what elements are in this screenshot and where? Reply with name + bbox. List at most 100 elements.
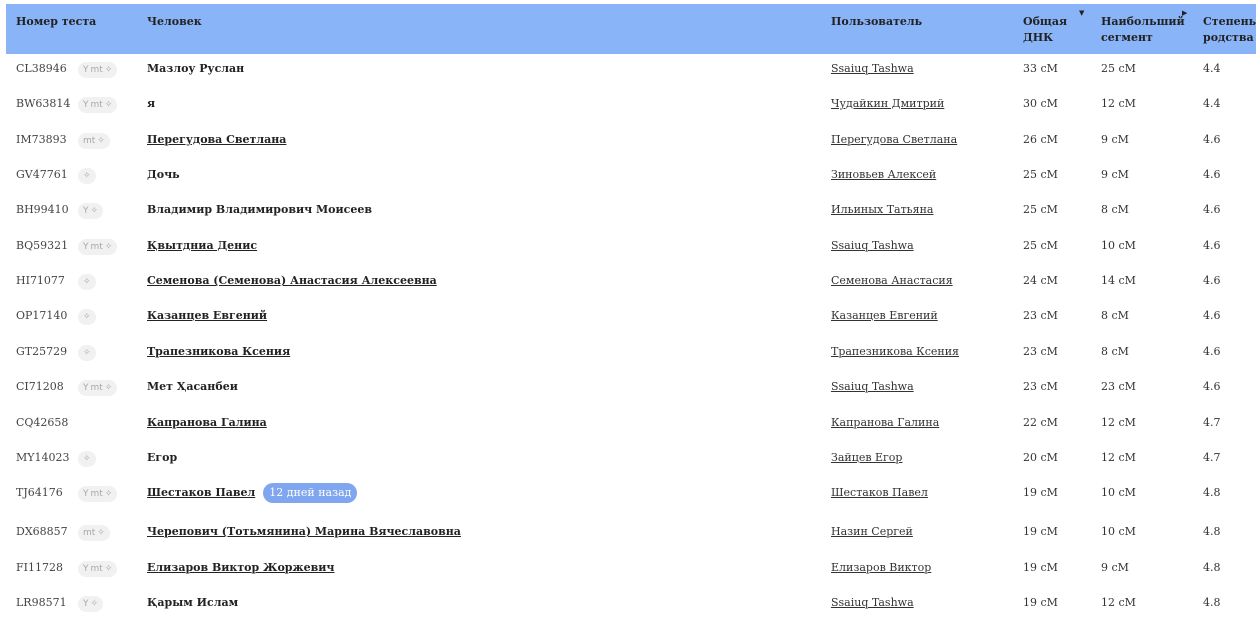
sort-desc-icon[interactable]: ▼ (1079, 9, 1084, 17)
table-row: GT25729 ✧ Трапезникова Ксения Трапезникова … (6, 342, 1256, 362)
largest-segment: 10 сМ (1101, 525, 1136, 538)
dna-type-pill: ✧ (78, 309, 96, 325)
user-link[interactable]: Капранова Галина (831, 413, 939, 433)
largest-segment: 12 сМ (1101, 596, 1136, 609)
test-number: BQ59321 (16, 239, 69, 252)
total-dna: 19 сМ (1023, 525, 1058, 538)
dna-type-icons: Ymt ✧ (78, 59, 118, 79)
column-header-user[interactable]: Пользователь (831, 14, 922, 30)
total-dna: 20 сМ (1023, 451, 1058, 464)
dna-type-icons: mt ✧ (78, 130, 110, 150)
dna-type-pill: ✧ (78, 168, 96, 184)
largest-segment: 12 сМ (1101, 416, 1136, 429)
user-link[interactable]: Шестаков Павел (831, 483, 928, 503)
dna-type-pill: Ymt ✧ (78, 239, 118, 255)
user-link[interactable]: Ssaiuq Tashwa (831, 593, 914, 613)
largest-segment: 9 сМ (1101, 561, 1129, 574)
y-dna-icon: Y (83, 383, 89, 393)
person-name[interactable]: Семенова (Семенова) Анастасия Алексеевна (147, 271, 437, 291)
person-name[interactable]: Трапезникова Ксения (147, 342, 290, 362)
person-name[interactable]: Елизаров Виктор Жоржевич (147, 558, 334, 578)
sort-right-icon[interactable]: ▶ (1182, 9, 1187, 17)
column-header-person[interactable]: Человек (147, 14, 202, 30)
dna-type-icons: mt ✧ (78, 522, 110, 542)
relationship-degree: 4.7 (1203, 416, 1221, 429)
mtdna-icon: mt (90, 489, 103, 499)
y-dna-icon: Y (83, 65, 89, 75)
largest-segment: 8 сМ (1101, 345, 1129, 358)
largest-segment: 12 сМ (1101, 451, 1136, 464)
relationship-degree: 4.6 (1203, 133, 1221, 146)
dna-type-pill: ✧ (78, 345, 96, 361)
total-dna: 30 сМ (1023, 97, 1058, 110)
person-name[interactable]: Капранова Галина (147, 413, 267, 433)
user-link[interactable]: Трапезникова Ксения (831, 342, 959, 362)
person-name[interactable]: Казанцев Евгений (147, 306, 267, 326)
user-link[interactable]: Перегудова Светлана (831, 130, 957, 150)
dna-type-pill: mt ✧ (78, 525, 110, 541)
user-link[interactable]: Ильиных Татьяна (831, 200, 934, 220)
person-name: Егор (147, 451, 178, 464)
relationship-degree: 4.4 (1203, 62, 1221, 75)
table-row: OP17140 ✧ Казанцев Евгений Казанцев Евгений… (6, 306, 1256, 326)
dna-type-icons: Ymt ✧ (78, 377, 118, 397)
autosomal-icon: ✧ (83, 312, 91, 322)
y-dna-icon: Y (83, 242, 89, 252)
dna-type-icons: ✧ (78, 165, 96, 185)
person-name[interactable]: Перегудова Светлана (147, 130, 286, 150)
matches-table: Номер теста Человек Пользователь Общая Д… (6, 4, 1256, 612)
user-link[interactable]: Ssaiuq Tashwa (831, 59, 914, 79)
table-header: Номер теста Человек Пользователь Общая Д… (6, 4, 1256, 54)
dna-type-pill: Ymt ✧ (78, 380, 118, 396)
relationship-degree: 4.7 (1203, 451, 1221, 464)
column-header-total-dna[interactable]: Общая ДНК (1023, 14, 1071, 46)
total-dna: 19 сМ (1023, 561, 1058, 574)
dna-type-pill: Y ✧ (78, 596, 104, 612)
person-name[interactable]: Шестаков Павел (147, 486, 255, 499)
person-name[interactable]: Черепович (Тотьмянина) Марина Вячеславов… (147, 522, 461, 542)
dna-type-pill: Ymt ✧ (78, 486, 118, 502)
autosomal-icon: ✧ (97, 136, 105, 146)
largest-segment: 23 сМ (1101, 380, 1136, 393)
person-name[interactable]: Қвытдниа Денис (147, 236, 257, 256)
y-dna-icon: Y (83, 100, 89, 110)
table-row: CL38946 Ymt ✧ Мазлоу Руслан Ssaiuq Tashwa 33 … (6, 59, 1256, 79)
user-link[interactable]: Ssaiuq Tashwa (831, 377, 914, 397)
relationship-degree: 4.6 (1203, 203, 1221, 216)
user-link[interactable]: Зайцев Егор (831, 448, 902, 468)
relationship-degree: 4.8 (1203, 486, 1221, 499)
total-dna: 25 сМ (1023, 203, 1058, 216)
user-link[interactable]: Казанцев Евгений (831, 306, 938, 326)
autosomal-icon: ✧ (104, 564, 113, 574)
total-dna: 26 сМ (1023, 133, 1058, 146)
table-row: MY14023 ✧ Егор Зайцев Егор 20 сМ 12 сМ 4.7 (6, 448, 1256, 468)
user-link[interactable]: Ssaiuq Tashwa (831, 236, 914, 256)
autosomal-icon: ✧ (104, 489, 113, 499)
relationship-degree: 4.6 (1203, 345, 1221, 358)
column-header-largest-segment[interactable]: Наибольший сегмент (1101, 14, 1185, 46)
column-header-test[interactable]: Номер теста (16, 14, 96, 30)
total-dna: 25 сМ (1023, 239, 1058, 252)
mtdna-icon: mt (90, 242, 103, 252)
user-link[interactable]: Елизаров Виктор (831, 558, 931, 578)
person-name: Қарым Ислам (147, 596, 239, 609)
test-number: HI71077 (16, 274, 65, 287)
user-link[interactable]: Зиновьев Алексей (831, 165, 936, 185)
autosomal-icon: ✧ (83, 277, 91, 287)
dna-type-icons: ✧ (78, 448, 96, 468)
dna-type-icons: ✧ (78, 306, 96, 326)
autosomal-icon: ✧ (104, 100, 113, 110)
user-link[interactable]: Назин Сергей (831, 522, 913, 542)
user-link[interactable]: Чудайкин Дмитрий (831, 94, 944, 114)
test-number: DX68857 (16, 525, 68, 538)
user-link[interactable]: Семенова Анастасия (831, 271, 953, 291)
column-header-degree[interactable]: Степень родства (1203, 14, 1256, 46)
dna-type-icons: Ymt ✧ (78, 558, 118, 578)
table-row: BW63814 Ymt ✧ я Чудайкин Дмитрий 30 сМ 12 сМ 4.… (6, 94, 1256, 114)
dna-type-pill: Ymt ✧ (78, 561, 118, 577)
test-number: CL38946 (16, 62, 67, 75)
dna-type-pill: Y ✧ (78, 203, 104, 219)
total-dna: 23 сМ (1023, 309, 1058, 322)
recent-badge: 12 дней назад (263, 483, 358, 503)
test-number: CQ42658 (16, 416, 69, 429)
